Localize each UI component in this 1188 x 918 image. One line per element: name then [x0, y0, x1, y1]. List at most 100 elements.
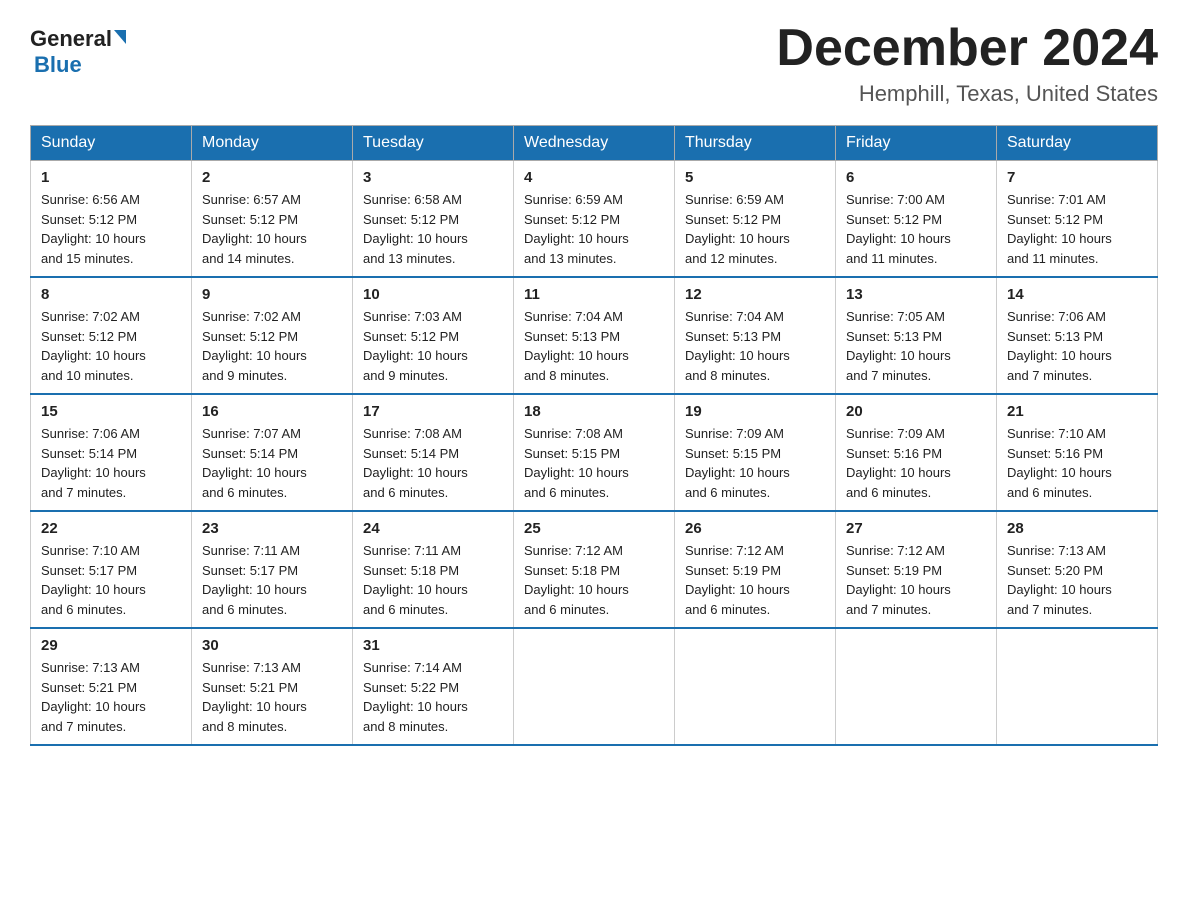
day-number: 20 — [846, 403, 986, 420]
calendar-cell: 13 Sunrise: 7:05 AMSunset: 5:13 PMDayligh… — [836, 277, 997, 394]
header-monday: Monday — [192, 126, 353, 161]
day-number: 10 — [363, 286, 503, 303]
day-info: Sunrise: 7:14 AMSunset: 5:22 PMDaylight:… — [363, 658, 503, 736]
day-info: Sunrise: 7:05 AMSunset: 5:13 PMDaylight:… — [846, 307, 986, 385]
day-number: 14 — [1007, 286, 1147, 303]
calendar-cell: 21 Sunrise: 7:10 AMSunset: 5:16 PMDayligh… — [997, 394, 1158, 511]
day-info: Sunrise: 6:57 AMSunset: 5:12 PMDaylight:… — [202, 190, 342, 268]
calendar-cell: 5 Sunrise: 6:59 AMSunset: 5:12 PMDaylight… — [675, 161, 836, 278]
page-header: General Blue December 2024 Hemphill, Tex… — [30, 20, 1158, 107]
day-number: 25 — [524, 520, 664, 537]
calendar-cell: 23 Sunrise: 7:11 AMSunset: 5:17 PMDayligh… — [192, 511, 353, 628]
day-number: 11 — [524, 286, 664, 303]
logo-blue-text: Blue — [34, 52, 82, 77]
day-number: 22 — [41, 520, 181, 537]
day-number: 8 — [41, 286, 181, 303]
month-title: December 2024 — [776, 20, 1158, 77]
calendar-cell — [675, 628, 836, 745]
calendar-cell: 15Sunrise: 7:06 AMSunset: 5:14 PMDayligh… — [31, 394, 192, 511]
calendar-cell — [514, 628, 675, 745]
calendar-cell: 24Sunrise: 7:11 AMSunset: 5:18 PMDayligh… — [353, 511, 514, 628]
day-number: 3 — [363, 169, 503, 186]
day-info: Sunrise: 7:12 AMSunset: 5:19 PMDaylight:… — [685, 541, 825, 619]
calendar-cell: 25Sunrise: 7:12 AMSunset: 5:18 PMDayligh… — [514, 511, 675, 628]
calendar-cell: 30Sunrise: 7:13 AMSunset: 5:21 PMDayligh… — [192, 628, 353, 745]
calendar-week-row: 29 Sunrise: 7:13 AMSunset: 5:21 PMDayligh… — [31, 628, 1158, 745]
day-info: Sunrise: 7:02 AMSunset: 5:12 PMDaylight:… — [41, 307, 181, 385]
calendar-cell: 10Sunrise: 7:03 AMSunset: 5:12 PMDayligh… — [353, 277, 514, 394]
day-info: Sunrise: 7:07 AMSunset: 5:14 PMDaylight:… — [202, 424, 342, 502]
calendar-table: SundayMondayTuesdayWednesdayThursdayFrid… — [30, 125, 1158, 746]
calendar-cell: 1 Sunrise: 6:56 AMSunset: 5:12 PMDaylight… — [31, 161, 192, 278]
location-text: Hemphill, Texas, United States — [776, 81, 1158, 107]
header-tuesday: Tuesday — [353, 126, 514, 161]
calendar-cell: 31 Sunrise: 7:14 AMSunset: 5:22 PMDayligh… — [353, 628, 514, 745]
day-number: 23 — [202, 520, 342, 537]
day-info: Sunrise: 7:10 AMSunset: 5:16 PMDaylight:… — [1007, 424, 1147, 502]
calendar-cell — [997, 628, 1158, 745]
day-number: 27 — [846, 520, 986, 537]
day-number: 16 — [202, 403, 342, 420]
calendar-cell: 14Sunrise: 7:06 AMSunset: 5:13 PMDayligh… — [997, 277, 1158, 394]
day-info: Sunrise: 6:59 AMSunset: 5:12 PMDaylight:… — [524, 190, 664, 268]
day-info: Sunrise: 6:58 AMSunset: 5:12 PMDaylight:… — [363, 190, 503, 268]
day-number: 29 — [41, 637, 181, 654]
calendar-week-row: 22 Sunrise: 7:10 AMSunset: 5:17 PMDayligh… — [31, 511, 1158, 628]
day-info: Sunrise: 7:08 AMSunset: 5:15 PMDaylight:… — [524, 424, 664, 502]
calendar-cell: 9 Sunrise: 7:02 AMSunset: 5:12 PMDaylight… — [192, 277, 353, 394]
day-number: 12 — [685, 286, 825, 303]
calendar-cell: 28Sunrise: 7:13 AMSunset: 5:20 PMDayligh… — [997, 511, 1158, 628]
day-number: 26 — [685, 520, 825, 537]
day-info: Sunrise: 7:00 AMSunset: 5:12 PMDaylight:… — [846, 190, 986, 268]
calendar-week-row: 15Sunrise: 7:06 AMSunset: 5:14 PMDayligh… — [31, 394, 1158, 511]
calendar-cell: 11 Sunrise: 7:04 AMSunset: 5:13 PMDayligh… — [514, 277, 675, 394]
calendar-cell: 29Sunrise: 7:13 AMSunset: 5:21 PMDayligh… — [31, 628, 192, 745]
calendar-cell — [836, 628, 997, 745]
calendar-cell: 6 Sunrise: 7:00 AMSunset: 5:12 PMDaylight… — [836, 161, 997, 278]
day-info: Sunrise: 7:08 AMSunset: 5:14 PMDaylight:… — [363, 424, 503, 502]
header-sunday: Sunday — [31, 126, 192, 161]
calendar-week-row: 8 Sunrise: 7:02 AMSunset: 5:12 PMDaylight… — [31, 277, 1158, 394]
calendar-cell: 20 Sunrise: 7:09 AMSunset: 5:16 PMDayligh… — [836, 394, 997, 511]
day-number: 9 — [202, 286, 342, 303]
day-info: Sunrise: 7:10 AMSunset: 5:17 PMDaylight:… — [41, 541, 181, 619]
day-info: Sunrise: 6:59 AMSunset: 5:12 PMDaylight:… — [685, 190, 825, 268]
logo-arrow-icon — [114, 30, 126, 44]
day-info: Sunrise: 7:09 AMSunset: 5:16 PMDaylight:… — [846, 424, 986, 502]
calendar-cell: 4 Sunrise: 6:59 AMSunset: 5:12 PMDaylight… — [514, 161, 675, 278]
day-info: Sunrise: 7:02 AMSunset: 5:12 PMDaylight:… — [202, 307, 342, 385]
day-number: 15 — [41, 403, 181, 420]
calendar-week-row: 1 Sunrise: 6:56 AMSunset: 5:12 PMDaylight… — [31, 161, 1158, 278]
day-number: 1 — [41, 169, 181, 186]
day-info: Sunrise: 7:12 AMSunset: 5:19 PMDaylight:… — [846, 541, 986, 619]
day-number: 4 — [524, 169, 664, 186]
day-number: 2 — [202, 169, 342, 186]
day-info: Sunrise: 7:01 AMSunset: 5:12 PMDaylight:… — [1007, 190, 1147, 268]
day-number: 7 — [1007, 169, 1147, 186]
calendar-cell: 17 Sunrise: 7:08 AMSunset: 5:14 PMDayligh… — [353, 394, 514, 511]
header-thursday: Thursday — [675, 126, 836, 161]
calendar-cell: 12 Sunrise: 7:04 AMSunset: 5:13 PMDayligh… — [675, 277, 836, 394]
day-info: Sunrise: 7:13 AMSunset: 5:21 PMDaylight:… — [202, 658, 342, 736]
day-number: 21 — [1007, 403, 1147, 420]
calendar-cell: 27 Sunrise: 7:12 AMSunset: 5:19 PMDayligh… — [836, 511, 997, 628]
day-info: Sunrise: 6:56 AMSunset: 5:12 PMDaylight:… — [41, 190, 181, 268]
day-number: 18 — [524, 403, 664, 420]
day-info: Sunrise: 7:09 AMSunset: 5:15 PMDaylight:… — [685, 424, 825, 502]
calendar-cell: 8 Sunrise: 7:02 AMSunset: 5:12 PMDaylight… — [31, 277, 192, 394]
logo: General Blue — [30, 20, 126, 78]
day-number: 5 — [685, 169, 825, 186]
day-number: 17 — [363, 403, 503, 420]
day-info: Sunrise: 7:11 AMSunset: 5:17 PMDaylight:… — [202, 541, 342, 619]
day-number: 6 — [846, 169, 986, 186]
logo-general-text: General — [30, 26, 112, 52]
day-number: 31 — [363, 637, 503, 654]
day-info: Sunrise: 7:04 AMSunset: 5:13 PMDaylight:… — [685, 307, 825, 385]
calendar-header-row: SundayMondayTuesdayWednesdayThursdayFrid… — [31, 126, 1158, 161]
day-info: Sunrise: 7:04 AMSunset: 5:13 PMDaylight:… — [524, 307, 664, 385]
header-wednesday: Wednesday — [514, 126, 675, 161]
calendar-cell: 16 Sunrise: 7:07 AMSunset: 5:14 PMDayligh… — [192, 394, 353, 511]
calendar-cell: 19Sunrise: 7:09 AMSunset: 5:15 PMDayligh… — [675, 394, 836, 511]
calendar-cell: 22 Sunrise: 7:10 AMSunset: 5:17 PMDayligh… — [31, 511, 192, 628]
day-number: 13 — [846, 286, 986, 303]
